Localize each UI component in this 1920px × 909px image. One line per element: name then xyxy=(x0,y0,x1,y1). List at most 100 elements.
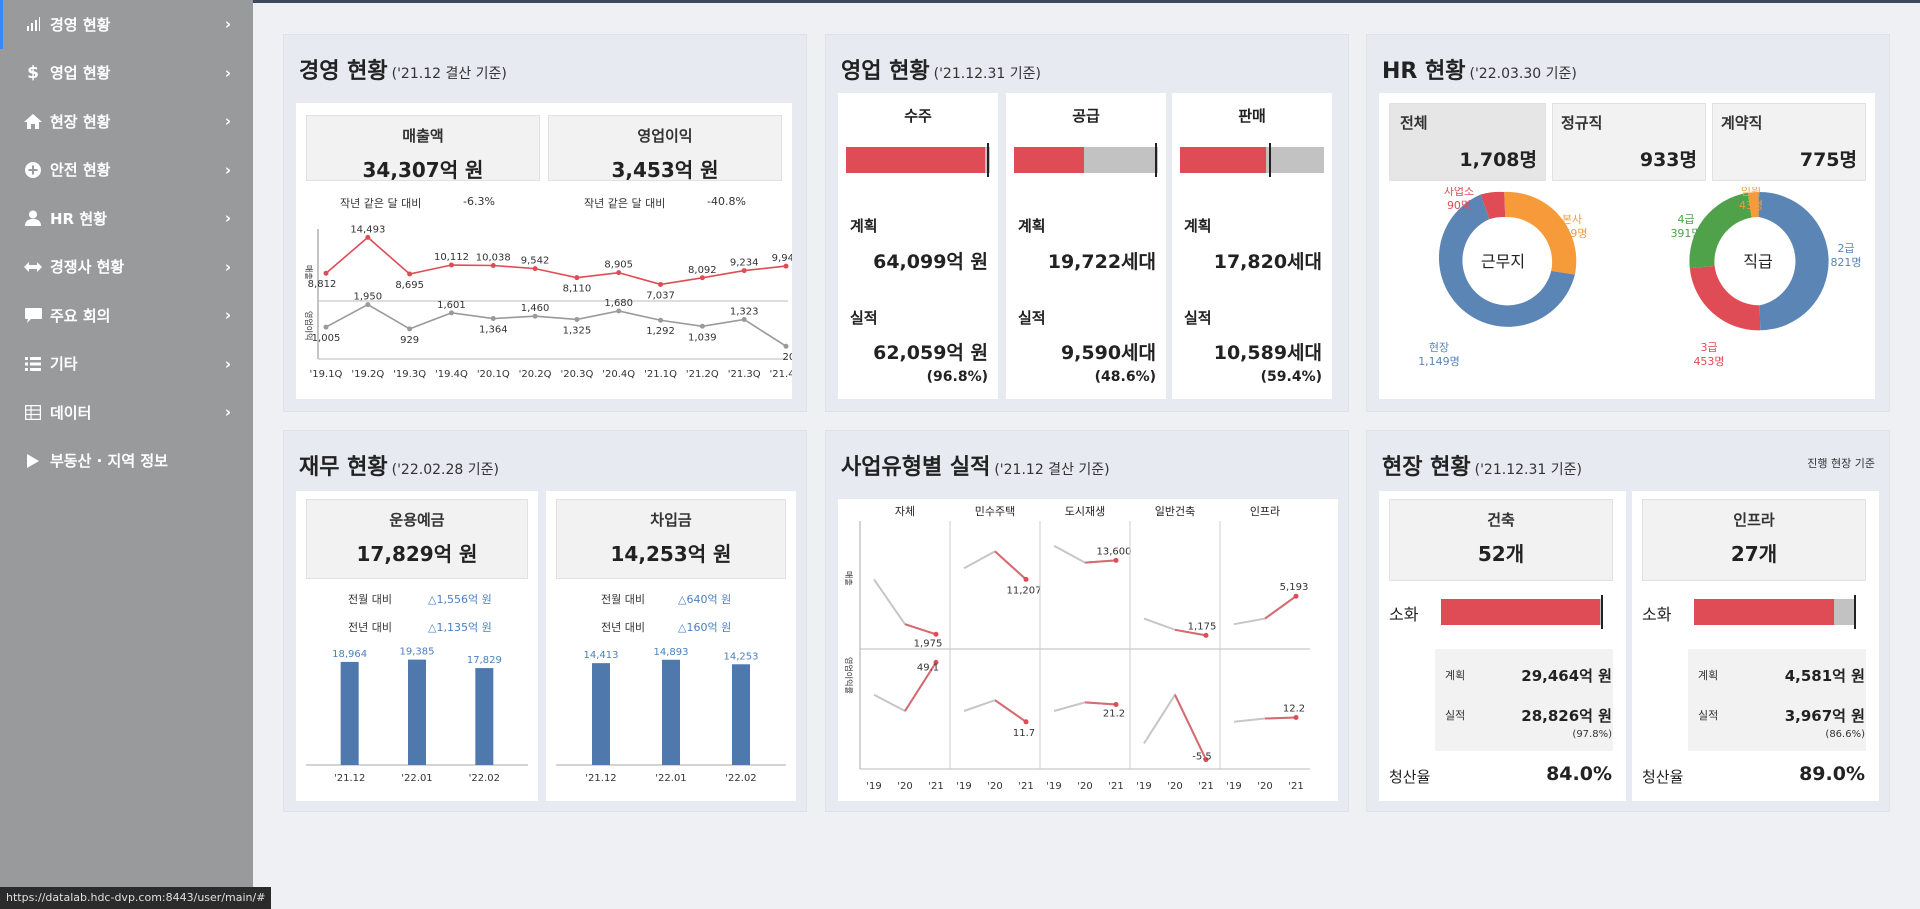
panel-title: 재무 현황 ('22.02.28 기준) xyxy=(299,455,499,480)
donut-value: 90명 xyxy=(1447,199,1471,212)
rate-label: 청산율 xyxy=(1389,768,1431,786)
x-tick-label: '21 xyxy=(1198,781,1213,792)
x-tick-label: '21.2Q xyxy=(686,369,719,380)
bar-value-label: 19,385 xyxy=(400,647,435,658)
row-label: 영업이익률 xyxy=(844,657,854,694)
category-label: 도시재생 xyxy=(1065,505,1105,518)
business-card: 매출 영업이익률 자체 1,975 49.1 '19 '20 '21 민수주택 11,207 11.… xyxy=(838,499,1338,801)
progress-bar-fill xyxy=(846,147,986,173)
sidebar-item-etc[interactable]: 기타 › xyxy=(0,340,253,389)
revenue-trend-last-segment xyxy=(904,623,937,636)
sales-column-card[interactable]: 수주 계획 64,099억 원 실적 62,059억 원 (96.8%) xyxy=(838,93,998,399)
kpi-borrow[interactable]: 차입금 14,253억 원 xyxy=(556,499,786,579)
margin-last-label: 11.7 xyxy=(1013,728,1035,739)
sales-point xyxy=(365,234,371,240)
site-card-infra[interactable]: 인프라 27개 소화 계획 4,581억 원 실적 3,967억 원 (86.6… xyxy=(1632,491,1879,801)
x-tick-label: '20 xyxy=(1077,781,1092,792)
status-url: https://datalab.hdc-dvp.com:8443/user/ma… xyxy=(0,887,272,909)
actual-percent: (97.8%) xyxy=(1572,729,1612,740)
sales-column-card[interactable]: 판매 계획 17,820세대 실적 10,589세대 (59.4%) xyxy=(1172,93,1332,399)
category-label: 민수주택 xyxy=(975,505,1015,518)
x-tick-label: '19 xyxy=(956,781,971,792)
sidebar-item-site[interactable]: 현장 현황 › xyxy=(0,97,253,146)
main-content: 경영 현황 ('21.12 결산 기준) 매출액 34,307억 원 영업이익 3… xyxy=(253,0,1920,909)
sales-value-label: 8,695 xyxy=(395,280,424,291)
donut-value: 821명 xyxy=(1830,256,1861,269)
hr-donut-charts: 근무지 사업소 90명 본사 469명 현장 1,149명 직급 임원 43명 xyxy=(1418,187,1861,368)
sidebar-item-label: 부동산 · 지역 정보 xyxy=(50,452,168,471)
table-icon xyxy=(22,404,44,420)
x-tick-label: '21 xyxy=(1108,781,1123,792)
donut-label: 사업소 xyxy=(1444,187,1474,198)
profit-value-label: 1,039 xyxy=(688,332,717,343)
kpi-label: 인프라 xyxy=(1733,511,1775,529)
kpi-label: 운용예금 xyxy=(389,511,445,529)
panel-finance: 재무 현황 ('22.02.28 기준) 운용예금 17,829억 원 전월 대비… xyxy=(283,430,807,812)
kpi-hr-regular[interactable]: 정규직 933명 xyxy=(1552,103,1706,181)
sidebar: 경영 현황 › $ 영업 현황 › 현장 현황 › 안전 현황 › HR 현황 … xyxy=(0,0,253,909)
kpi-profit[interactable]: 영업이익 3,453억 원 xyxy=(548,115,782,182)
donut-rank[interactable]: 직급 임원 43명 4급 391명 2급 821명 3급 453명 xyxy=(1670,187,1861,368)
kpi-site-count: 인프라 27개 xyxy=(1642,499,1866,581)
margin-last-label: 49.1 xyxy=(917,662,939,673)
progress-bar-fill xyxy=(1180,147,1266,173)
plan-value: 4,581억 원 xyxy=(1784,667,1865,685)
donut-value: 1,149명 xyxy=(1418,355,1460,368)
arrows-icon xyxy=(22,261,44,272)
profit-value-label: 1,364 xyxy=(479,325,508,336)
panel-title: HR 현황 ('22.03.30 기준) xyxy=(1382,59,1577,84)
x-tick-label: '21 xyxy=(1018,781,1033,792)
donut-workplace[interactable]: 근무지 사업소 90명 본사 469명 현장 1,149명 xyxy=(1418,187,1587,368)
profit-point xyxy=(323,324,329,330)
sidebar-item-realestate[interactable]: 부동산 · 지역 정보 xyxy=(0,437,253,486)
sales-point xyxy=(532,266,538,272)
kpi-label: 전체 xyxy=(1400,114,1428,132)
margin-last-point xyxy=(1113,702,1119,708)
panel-site: 현장 현황 ('21.12.31 기준) 진행 현장 기준 건축 52개 소화 계… xyxy=(1366,430,1890,812)
sidebar-item-hr[interactable]: HR 현황 › xyxy=(0,194,253,243)
x-tick-label: '20.3Q xyxy=(560,369,593,380)
kpi-deposit[interactable]: 운용예금 17,829억 원 xyxy=(306,499,528,579)
kpi-hr-total[interactable]: 전체 1,708명 xyxy=(1389,103,1546,181)
bar-value-label: 14,413 xyxy=(584,650,619,661)
margin-last-point xyxy=(1293,714,1299,720)
kpi-hr-contract[interactable]: 계약직 775명 xyxy=(1712,103,1866,181)
panel-title: 경영 현황 ('21.12 결산 기준) xyxy=(299,59,507,84)
profit-point xyxy=(699,323,705,329)
panel-sales: 영업 현황 ('21.12.31 기준) 수주 계획 64,099억 원 실적 6… xyxy=(825,34,1349,412)
deposit-bar-chart: 18,964 '21.12 19,385 '22.01 17,829 '22.02 xyxy=(306,647,528,784)
x-tick-label: '20 xyxy=(1257,781,1272,792)
progress-bar-target xyxy=(1854,595,1856,629)
category-label: 일반건축 xyxy=(1155,504,1195,518)
x-tick-label: '19.4Q xyxy=(435,369,468,380)
margin-trend-last-segment xyxy=(994,699,1027,723)
sales-column-label: 공급 xyxy=(1072,107,1100,125)
sales-value-label: 9,542 xyxy=(521,256,550,267)
sales-value-label: 10,038 xyxy=(476,252,511,263)
kpi-value: 14,253억 원 xyxy=(610,542,732,566)
sales-column-card[interactable]: 공급 계획 19,722세대 실적 9,590세대 (48.6%) xyxy=(1006,93,1166,399)
site-basis-note: 진행 현장 기준 xyxy=(1807,457,1875,470)
donut-label: 본사 xyxy=(1562,213,1582,226)
donut-label: 2급 xyxy=(1837,242,1854,255)
sales-value-label: 10,112 xyxy=(434,252,469,263)
sidebar-item-competitor[interactable]: 경쟁사 현황 › xyxy=(0,243,253,292)
sidebar-item-data[interactable]: 데이터 › xyxy=(0,388,253,437)
finance-bar xyxy=(592,663,610,765)
sales-value-label: 9,944 xyxy=(772,253,792,264)
bar-value-label: 14,253 xyxy=(724,651,759,662)
sidebar-item-sales[interactable]: $ 영업 현황 › xyxy=(0,49,253,98)
sidebar-item-management[interactable]: 경영 현황 › xyxy=(0,0,253,49)
chevron-right-icon: › xyxy=(224,112,231,131)
x-tick-label: '21.12 xyxy=(334,773,365,784)
kpi-sales[interactable]: 매출액 34,307억 원 xyxy=(306,115,540,182)
chevron-right-icon: › xyxy=(224,306,231,325)
margin-last-label: 12.2 xyxy=(1283,703,1305,714)
sales-point xyxy=(490,262,496,268)
chevron-right-icon: › xyxy=(224,257,231,276)
site-card-arch[interactable]: 건축 52개 소화 계획 29,464억 원 실적 28,826억 원 (97.… xyxy=(1379,491,1626,801)
sidebar-item-meeting[interactable]: 주요 회의 › xyxy=(0,291,253,340)
sidebar-item-safety[interactable]: 안전 현황 › xyxy=(0,146,253,195)
plan-label: 계획 xyxy=(850,217,878,235)
finance-bar xyxy=(475,668,494,765)
